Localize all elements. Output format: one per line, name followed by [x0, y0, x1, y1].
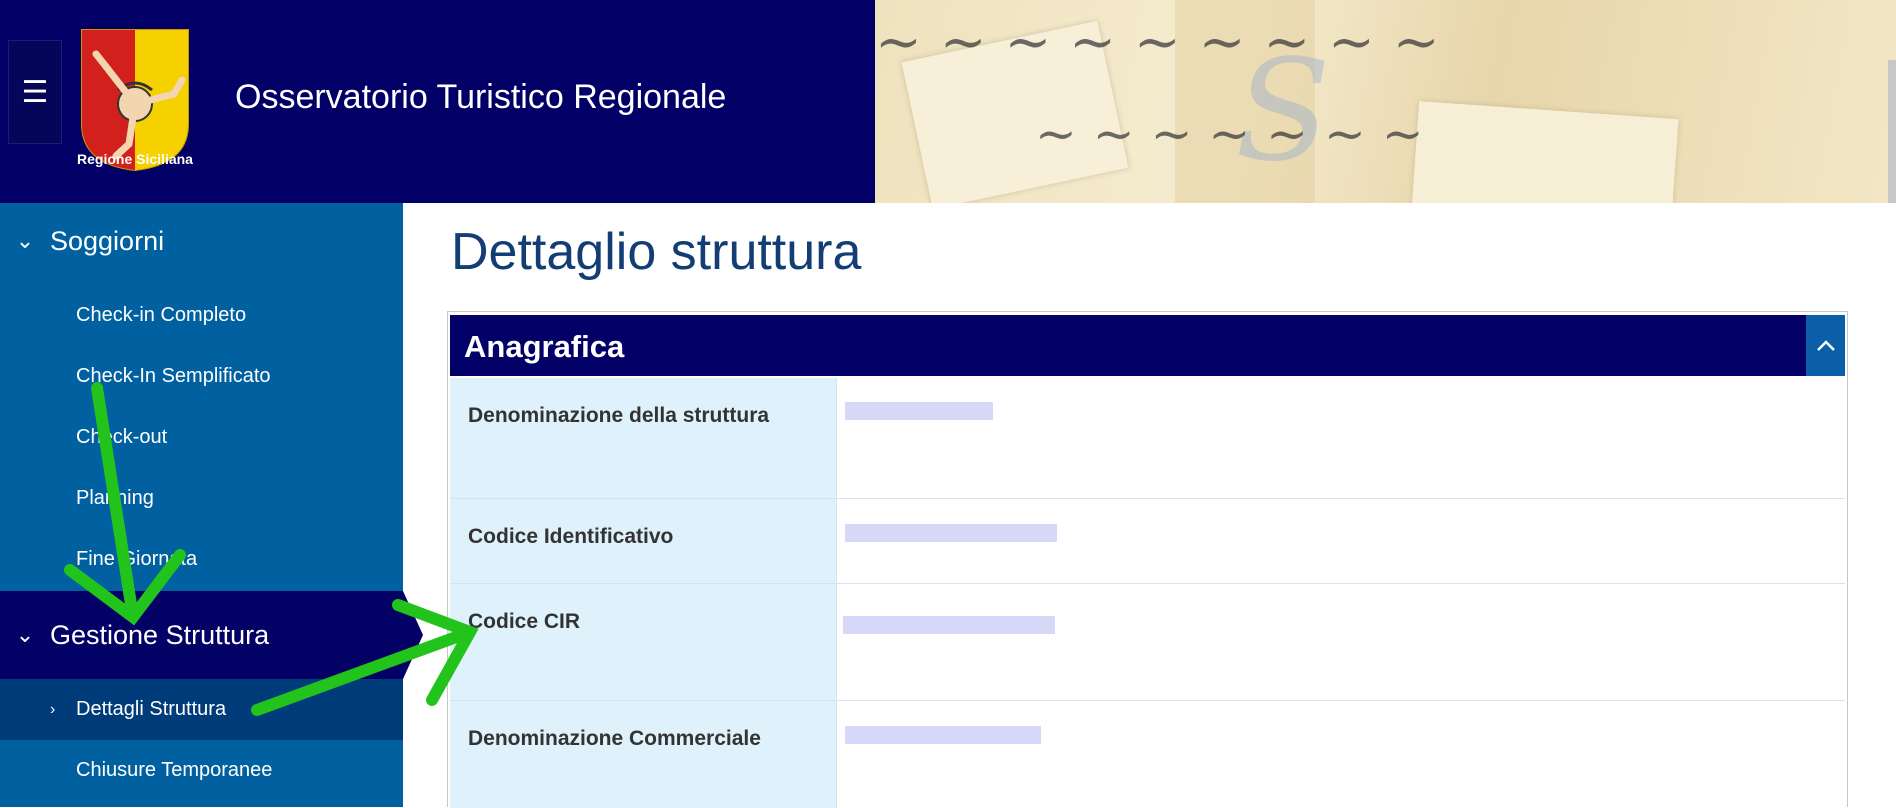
header: ☰ Regione Siciliana Osservatorio Turisti… [0, 0, 1896, 203]
panel-title: Anagrafica [464, 329, 625, 364]
chevron-down-icon: ⌄ [15, 622, 35, 647]
page-title: Dettaglio struttura [451, 223, 862, 281]
table-row: Denominazione della struttura [450, 378, 1845, 499]
site-title[interactable]: Osservatorio Turistico Regionale [235, 78, 726, 117]
chevron-up-icon [1816, 339, 1835, 351]
redacted-value [845, 402, 993, 420]
field-label: Denominazione Commerciale [450, 701, 837, 808]
chevron-right-icon: › [50, 700, 56, 718]
scrollbar[interactable] [1888, 60, 1896, 203]
logo-caption: Regione Siciliana [77, 151, 193, 167]
table-row: Codice CIR [450, 584, 1845, 701]
sidebar: ⌄ Soggiorni Check-in Completo Check-In S… [0, 203, 423, 807]
table-row: Denominazione Commerciale [450, 701, 1845, 808]
sidebar-item-label: Fine Giornata [76, 548, 198, 570]
sidebar-section-label: Gestione Struttura [50, 619, 270, 650]
table-row: Codice Identificativo [450, 499, 1845, 584]
field-value-denominazione [837, 378, 1845, 498]
sidebar-item-fine-giornata[interactable]: Fine Giornata [0, 529, 403, 590]
sidebar-item-check-out[interactable]: Check-out [0, 407, 403, 468]
redacted-value [845, 726, 1041, 744]
sidebar-item-planning[interactable]: Planning [0, 468, 403, 529]
sidebar-item-dettagli-struttura[interactable]: › Dettagli Struttura [0, 679, 403, 740]
header-banner-image: S ~ ~ ~ ~ ~ ~ ~ ~ ~ ~ ~ ~ ~ ~ ~ ~ [875, 0, 1896, 203]
sidebar-item-check-in-semplificato[interactable]: Check-In Semplificato [0, 346, 403, 407]
field-label: Codice Identificativo [450, 499, 837, 583]
panel-header: Anagrafica [450, 315, 1845, 376]
field-label: Codice CIR [450, 584, 837, 700]
sidebar-item-label: Dettagli Struttura [76, 698, 227, 720]
sidebar-item-check-in-completo[interactable]: Check-in Completo [0, 285, 403, 346]
hamburger-icon: ☰ [21, 75, 49, 109]
redacted-value [843, 616, 1055, 634]
sidebar-section-soggiorni[interactable]: ⌄ Soggiorni [0, 203, 403, 279]
collapse-panel-button[interactable] [1806, 315, 1845, 376]
sidebar-section-gestione-struttura[interactable]: ⌄ Gestione Struttura [0, 591, 423, 679]
field-value-codice-cir [837, 584, 1845, 700]
sidebar-item-label: Chiusure Temporanee [76, 759, 273, 781]
sidebar-item-label: Check-out [76, 426, 168, 448]
field-value-codice-identificativo [837, 499, 1845, 583]
redacted-value [845, 524, 1057, 542]
field-value-denominazione-commerciale [837, 701, 1845, 808]
sidebar-item-label: Check-In Semplificato [76, 365, 271, 387]
field-label: Denominazione della struttura [450, 378, 837, 498]
chevron-down-icon: ⌄ [15, 228, 35, 253]
sidebar-item-label: Planning [76, 487, 154, 509]
hamburger-menu-button[interactable]: ☰ [8, 40, 62, 144]
sidebar-item-chiusure-temporanee[interactable]: Chiusure Temporanee [0, 740, 403, 801]
sidebar-section-label: Soggiorni [50, 225, 165, 256]
sidebar-item-label: Check-in Completo [76, 304, 247, 326]
anagrafica-panel: Anagrafica Denominazione della struttura… [447, 311, 1848, 808]
